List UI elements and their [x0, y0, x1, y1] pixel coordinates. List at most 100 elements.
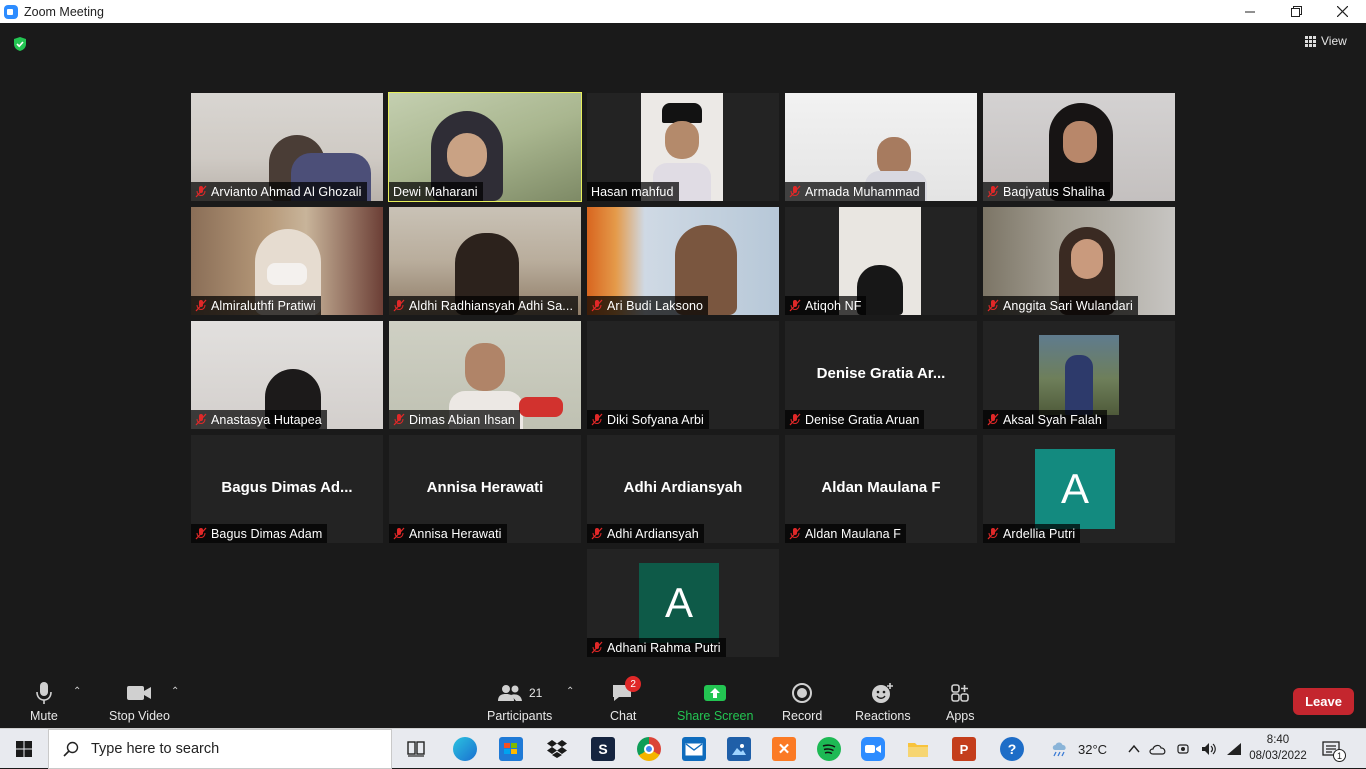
shield-check-icon[interactable] — [12, 36, 28, 52]
participant-tile[interactable]: Baqiyatus Shaliha — [983, 93, 1175, 201]
participant-tile[interactable]: Almiraluthfi Pratiwi — [191, 207, 383, 315]
participant-tile[interactable]: Adhi Ardiansyah Adhi Ardiansyah — [587, 435, 779, 543]
chrome-icon[interactable] — [637, 737, 661, 761]
stop-video-button[interactable]: Stop Video — [109, 680, 170, 723]
participant-tile-active-speaker[interactable]: Dewi Maharani — [388, 92, 582, 202]
zoom-icon[interactable] — [861, 737, 885, 761]
participant-tile[interactable]: Anastasya Hutapea — [191, 321, 383, 429]
participant-name: Armada Muhammad — [805, 184, 920, 199]
participant-name: Ari Budi Laksono — [607, 298, 704, 313]
participant-tile[interactable]: Bagus Dimas Ad... Bagus Dimas Adam — [191, 435, 383, 543]
participant-tile[interactable]: Atiqoh NF — [785, 207, 977, 315]
photos-icon[interactable] — [727, 737, 751, 761]
participants-options-caret[interactable]: ⌃ — [566, 686, 574, 697]
participant-avatar: A — [1035, 449, 1115, 529]
wifi-icon[interactable] — [1226, 742, 1242, 756]
participant-namebar: Anggita Sari Wulandari — [983, 296, 1138, 315]
participant-namebar: Adhi Ardiansyah — [587, 524, 704, 543]
mic-muted-icon — [393, 299, 405, 312]
participant-avatar: A — [639, 563, 719, 643]
store-icon[interactable] — [499, 737, 523, 761]
file-explorer-icon[interactable] — [906, 737, 930, 761]
participant-name: Baqiyatus Shaliha — [1003, 184, 1105, 199]
video-options-caret[interactable]: ⌃ — [171, 686, 179, 697]
grid-view-icon — [1305, 35, 1316, 47]
minimize-button[interactable] — [1227, 0, 1273, 23]
participant-namebar: Adhani Rahma Putri — [587, 638, 726, 657]
xampp-icon[interactable]: ✕ — [772, 737, 796, 761]
meet-now-icon[interactable] — [1176, 742, 1192, 756]
participant-tile[interactable]: A Ardellia Putri — [983, 435, 1175, 543]
participant-tile[interactable]: Denise Gratia Ar... Denise Gratia Aruan — [785, 321, 977, 429]
chat-label: Chat — [610, 709, 637, 723]
participant-namebar: Dimas Abian Ihsan — [389, 410, 520, 429]
apps-icon — [951, 684, 970, 702]
task-view-icon[interactable] — [404, 737, 428, 761]
restore-icon — [1290, 6, 1302, 17]
mail-icon[interactable] — [682, 737, 706, 761]
participant-tile[interactable]: Aldan Maulana F Aldan Maulana F — [785, 435, 977, 543]
notification-center-button[interactable]: 1 — [1322, 729, 1346, 769]
restore-button[interactable] — [1273, 0, 1319, 23]
participant-tile[interactable]: Armada Muhammad — [785, 93, 977, 201]
onedrive-cloud-icon[interactable] — [1149, 743, 1167, 755]
participant-namebar: Aksal Syah Falah — [983, 410, 1107, 429]
participant-name: Anggita Sari Wulandari — [1003, 298, 1133, 313]
participant-namebar: Dewi Maharani — [389, 182, 483, 201]
leave-button[interactable]: Leave — [1293, 688, 1354, 715]
mic-muted-icon — [987, 413, 999, 426]
audio-options-caret[interactable]: ⌃ — [73, 686, 81, 697]
participant-tile[interactable]: Dimas Abian Ihsan — [389, 321, 581, 429]
participant-namebar: Diki Sofyana Arbi — [587, 410, 709, 429]
reactions-button[interactable]: Reactions — [855, 680, 911, 723]
taskbar-clock[interactable]: 8:40 08/03/2022 — [1248, 732, 1308, 764]
participant-name: Bagus Dimas Adam — [211, 526, 323, 541]
close-button[interactable] — [1319, 0, 1365, 23]
mic-muted-icon — [987, 299, 999, 312]
windows-logo-icon — [16, 741, 32, 757]
chat-button[interactable]: 2 Chat — [610, 676, 642, 723]
participant-tile[interactable]: Annisa Herawati Annisa Herawati — [389, 435, 581, 543]
participant-cap — [662, 103, 702, 123]
participant-face — [665, 121, 699, 159]
participant-name: Dewi Maharani — [393, 184, 478, 199]
chat-unread-badge: 2 — [625, 676, 642, 692]
participants-button[interactable]: 21 Participants — [487, 680, 552, 723]
apps-button[interactable]: Apps — [946, 680, 975, 723]
participant-tile[interactable]: Hasan mahfud — [587, 93, 779, 201]
view-button[interactable]: View — [1305, 34, 1347, 48]
participant-namebar: Hasan mahfud — [587, 182, 679, 201]
participant-name: Adhani Rahma Putri — [607, 640, 721, 655]
window-title: Zoom Meeting — [24, 4, 104, 19]
participant-name: Diki Sofyana Arbi — [607, 412, 704, 427]
dropbox-icon[interactable] — [545, 737, 569, 761]
sublime-icon[interactable]: S — [591, 737, 615, 761]
chevron-up-icon[interactable] — [1128, 744, 1140, 754]
participant-face — [465, 343, 505, 391]
record-button[interactable]: Record — [782, 680, 822, 723]
mic-muted-icon — [195, 185, 207, 198]
participant-tile[interactable]: Anggita Sari Wulandari — [983, 207, 1175, 315]
start-button[interactable] — [0, 729, 48, 769]
mute-button[interactable]: Mute — [30, 680, 58, 723]
participant-tile[interactable]: Arvianto Ahmad Al Ghozali — [191, 93, 383, 201]
volume-icon[interactable] — [1201, 742, 1217, 756]
participant-tile[interactable]: Diki Sofyana Arbi — [587, 321, 779, 429]
participant-tile[interactable]: A Adhani Rahma Putri — [587, 549, 779, 657]
zoom-app-icon — [4, 4, 18, 19]
taskbar-search-box[interactable]: Type here to search — [48, 729, 392, 769]
participant-namebar: Ari Budi Laksono — [587, 296, 709, 315]
help-icon[interactable]: ? — [1000, 737, 1024, 761]
spotify-icon[interactable] — [817, 737, 841, 761]
share-screen-button[interactable]: Share Screen — [677, 680, 753, 723]
weather-widget[interactable]: 32°C — [1050, 729, 1107, 769]
participant-tile[interactable]: Aldhi Radhiansyah Adhi Sa... — [389, 207, 581, 315]
powerpoint-icon[interactable]: P — [952, 737, 976, 761]
participant-tile[interactable]: Ari Budi Laksono — [587, 207, 779, 315]
participants-count: 21 — [528, 686, 543, 700]
reactions-smiley-icon — [871, 683, 893, 703]
windows-taskbar: Type here to search S ✕ P ? 32°C 8:40 08… — [0, 728, 1366, 769]
edge-icon[interactable] — [453, 737, 477, 761]
participant-tile[interactable]: Aksal Syah Falah — [983, 321, 1175, 429]
participants-label: Participants — [487, 709, 553, 723]
